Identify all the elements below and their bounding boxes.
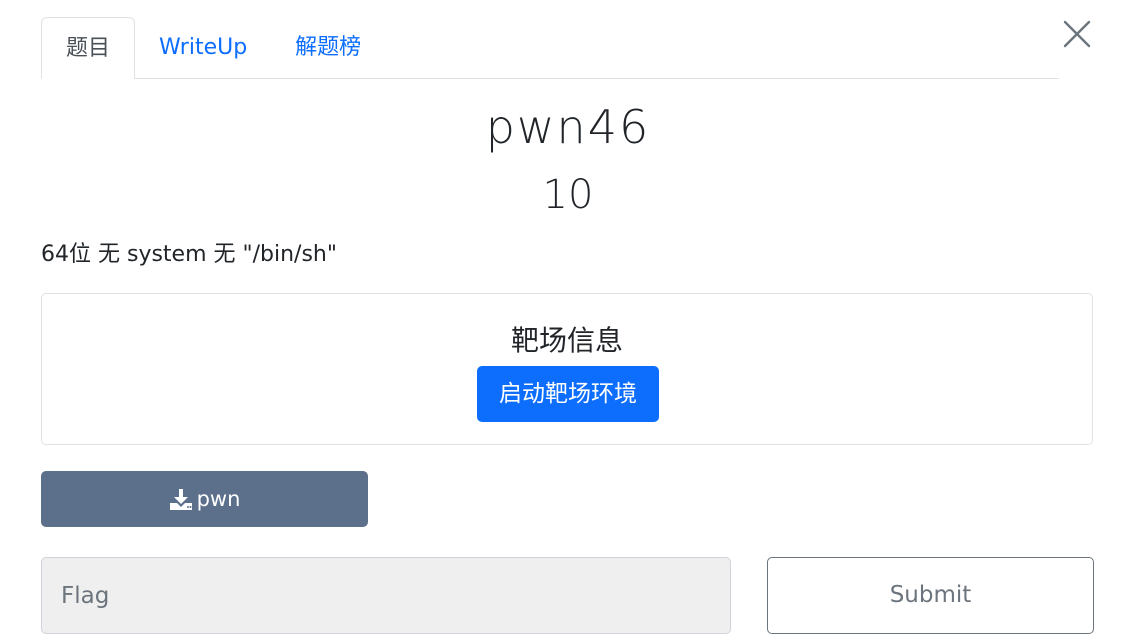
challenge-description: 64位 无 system 无 "/bin/sh" [41, 242, 337, 267]
tab-challenge[interactable]: 题目 [41, 17, 136, 79]
tab-bar: 题目 WriteUp 解题榜 [41, 16, 1059, 79]
range-info-card: 靶场信息 启动靶场环境 [41, 293, 1093, 445]
close-icon [1063, 20, 1091, 48]
tab-writeup[interactable]: WriteUp [135, 17, 271, 78]
submit-button[interactable]: Submit [767, 557, 1094, 634]
flag-input[interactable] [41, 557, 731, 634]
start-range-button[interactable]: 启动靶场环境 [477, 366, 659, 422]
download-icon [169, 489, 192, 510]
challenge-modal: 题目 WriteUp 解题榜 pwn46 10 64位 无 system 无 "… [0, 0, 1142, 643]
tab-solves[interactable]: 解题榜 [271, 17, 385, 78]
download-file-label: pwn [196, 487, 241, 511]
download-file-button[interactable]: pwn [41, 471, 368, 527]
challenge-name: pwn46 [485, 100, 651, 154]
close-button[interactable] [1060, 17, 1094, 51]
challenge-points: 10 [542, 172, 594, 218]
range-info-heading: 靶场信息 [510, 324, 623, 357]
